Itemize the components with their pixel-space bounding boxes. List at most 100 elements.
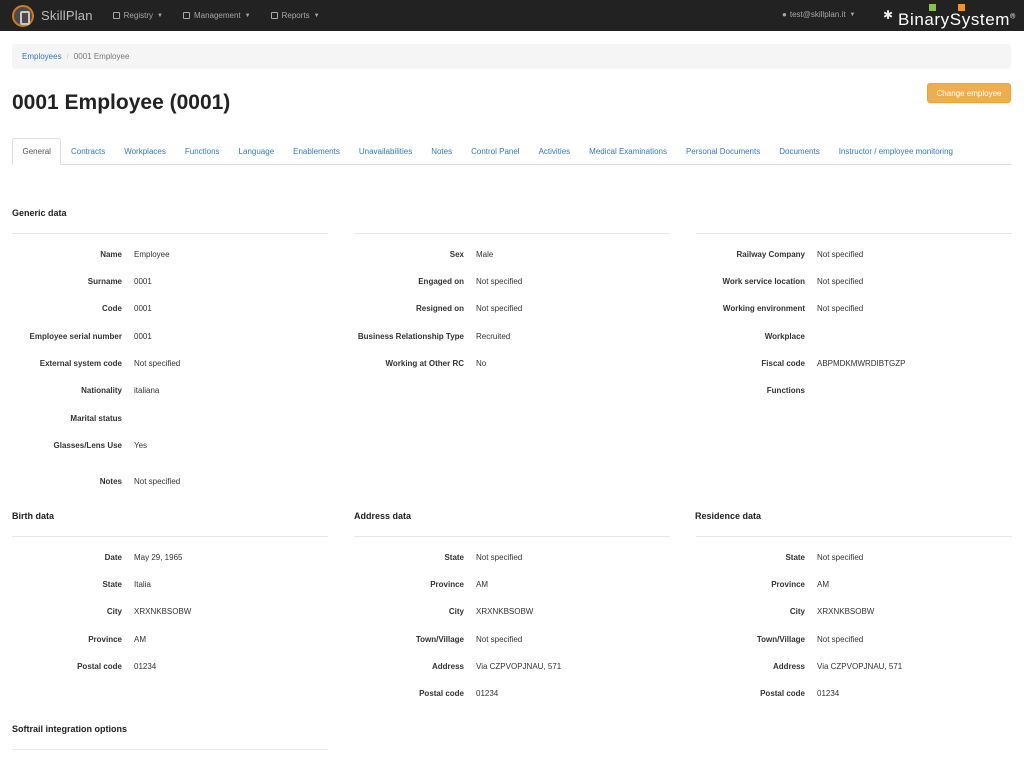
generic-data-title: Generic data: [12, 208, 67, 218]
field-value: ABPMDKMWRDIBTGZP: [817, 359, 906, 368]
birth-data-title: Birth data: [12, 511, 55, 521]
document-icon: [270, 12, 278, 19]
tab-notes[interactable]: Notes: [422, 138, 462, 164]
field-value: XRXNKBSOBW: [476, 607, 534, 616]
user-email: test@skillplan.it: [789, 10, 846, 19]
field-label: Postal code: [760, 689, 805, 698]
calendar-icon: [112, 12, 120, 19]
nav-reports-menu[interactable]: Reports ▼: [270, 11, 320, 20]
field-engaged-on: Engaged on Not specified: [354, 277, 522, 286]
divider: [12, 233, 328, 234]
field-label: Business Relationship Type: [357, 332, 464, 341]
address-state: State Not specified: [354, 553, 522, 562]
birth-city: City XRXNKBSOBW: [12, 607, 191, 616]
field-label: Working at Other RC: [385, 359, 464, 368]
tab-general[interactable]: General: [12, 138, 62, 165]
field-value: Not specified: [817, 277, 864, 286]
field-notes: Notes Not specified: [12, 477, 180, 486]
tab-activities[interactable]: Activities: [529, 138, 580, 164]
tab-enablements[interactable]: Enablements: [284, 138, 350, 164]
tab-contracts[interactable]: Contracts: [61, 138, 114, 164]
field-value: Not specified: [476, 277, 523, 286]
tab-personal-documents[interactable]: Personal Documents: [676, 138, 769, 164]
tab-functions[interactable]: Functions: [175, 138, 229, 164]
field-label: Employee serial number: [29, 332, 122, 341]
field-value: Recruited: [476, 332, 511, 341]
field-label: State: [102, 580, 122, 589]
field-label: Postal code: [419, 689, 464, 698]
field-label: Railway Company: [736, 250, 805, 259]
nav-registry-label: Registry: [123, 11, 153, 20]
tab-medical-examinations[interactable]: Medical Examinations: [580, 138, 677, 164]
residence-province: Province AM: [695, 580, 829, 589]
company-logo-text: BinarySystem: [898, 10, 1011, 29]
field-value: Not specified: [134, 359, 181, 368]
field-value: XRXNKBSOBW: [134, 607, 192, 616]
change-employee-button[interactable]: Change employee: [927, 83, 1011, 103]
field-value: XRXNKBSOBW: [817, 607, 875, 616]
field-sex: Sex Male: [354, 250, 494, 259]
breadcrumb-employees-link[interactable]: Employees: [22, 52, 62, 61]
field-relationship-type: Business Relationship Type Recruited: [354, 332, 510, 341]
calendar-icon: [182, 12, 190, 19]
field-label: Province: [88, 635, 122, 644]
field-label: Functions: [766, 386, 805, 395]
field-value: Not specified: [817, 250, 864, 259]
nav-management-menu[interactable]: Management ▼: [182, 11, 251, 20]
breadcrumb-current: 0001 Employee: [73, 52, 130, 61]
residence-street: Address Via CZPVOPJNAU, 571: [695, 662, 902, 671]
field-value: Not specified: [134, 477, 181, 486]
tab-control-panel[interactable]: Control Panel: [462, 138, 529, 164]
softrail-title: Softrail integration options: [12, 724, 127, 734]
field-value: Employee: [134, 250, 170, 259]
residence-city: City XRXNKBSOBW: [695, 607, 874, 616]
field-label: Glasses/Lens Use: [53, 441, 122, 450]
brand[interactable]: SkillPlan: [12, 4, 93, 27]
tab-instructor-monitoring[interactable]: Instructor / employee monitoring: [829, 138, 962, 164]
field-label: State: [785, 553, 805, 562]
field-label: Address: [772, 662, 805, 671]
residence-postal-code: Postal code 01234: [695, 689, 839, 698]
field-label: Work service location: [722, 277, 805, 286]
field-label: Working environment: [722, 304, 805, 313]
address-town: Town/Village Not specified: [354, 635, 522, 644]
field-value: May 29, 1965: [134, 553, 183, 562]
field-working-environment: Working environment Not specified: [695, 304, 863, 313]
divider: [12, 536, 328, 537]
nav-registry-menu[interactable]: Registry ▼: [112, 11, 163, 20]
tab-language[interactable]: Language: [229, 138, 284, 164]
field-value: AM: [817, 580, 829, 589]
field-label: City: [789, 607, 805, 616]
field-value: 0001: [134, 277, 152, 286]
birth-province: Province AM: [12, 635, 146, 644]
user-menu[interactable]: ● test@skillplan.it ▼: [782, 10, 856, 19]
tab-unavailabilities[interactable]: Unavailabilities: [349, 138, 421, 164]
caret-down-icon: ▼: [244, 12, 251, 19]
field-value: Via CZPVOPJNAU, 571: [817, 662, 903, 671]
field-label: Notes: [99, 477, 122, 486]
field-value: Via CZPVOPJNAU, 571: [476, 662, 562, 671]
residence-data-title: Residence data: [695, 511, 762, 521]
field-workplace: Workplace: [695, 332, 817, 341]
field-value: 0001: [134, 332, 152, 341]
binarysystem-logo: BinarySystem®: [898, 4, 1016, 30]
tab-workplaces[interactable]: Workplaces: [115, 138, 176, 164]
address-postal-code: Postal code 01234: [354, 689, 498, 698]
residence-state: State Not specified: [695, 553, 863, 562]
field-name: Name Employee: [12, 250, 170, 259]
field-fiscal-code: Fiscal code ABPMDKMWRDIBTGZP: [695, 359, 905, 368]
divider: [12, 749, 328, 750]
field-value: 01234: [476, 689, 499, 698]
birth-date: Date May 29, 1965: [12, 553, 183, 562]
residence-town: Town/Village Not specified: [695, 635, 863, 644]
tab-bar: General Contracts Workplaces Functions L…: [12, 138, 1011, 165]
gear-icon[interactable]: ✱: [883, 8, 893, 22]
tab-documents[interactable]: Documents: [770, 138, 829, 164]
field-label: Fiscal code: [761, 359, 805, 368]
field-glasses: Glasses/Lens Use Yes: [12, 441, 148, 450]
address-city: City XRXNKBSOBW: [354, 607, 533, 616]
field-value: Not specified: [476, 304, 523, 313]
field-nationality: Nationality italiana: [12, 386, 159, 395]
field-label: Address: [431, 662, 464, 671]
user-icon: ●: [782, 10, 787, 19]
